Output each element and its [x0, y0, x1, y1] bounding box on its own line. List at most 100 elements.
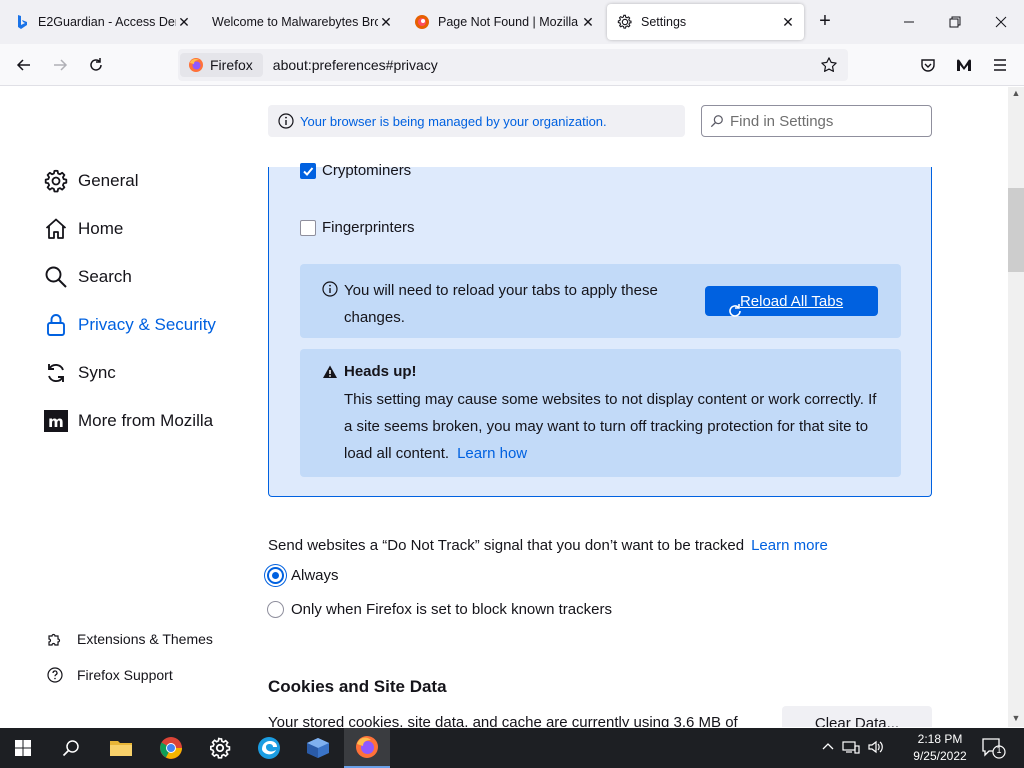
- show-hidden-icons-icon[interactable]: [822, 741, 834, 756]
- category-home[interactable]: Home: [44, 214, 123, 244]
- volume-icon[interactable]: [868, 740, 884, 757]
- category-search[interactable]: Search: [44, 262, 132, 292]
- tab-page-not-found[interactable]: Page Not Found | Mozilla Si ✕: [404, 4, 604, 40]
- forward-arrow-icon: [54, 59, 68, 71]
- page-scrollbar[interactable]: [1008, 87, 1024, 727]
- heads-up-body: This setting may cause some websites to …: [344, 386, 884, 467]
- tab-title: E2Guardian - Access Denied: [38, 15, 176, 29]
- category-privacy-security[interactable]: Privacy & Security: [44, 310, 216, 340]
- pocket-icon: [921, 59, 935, 72]
- category-more-from-mozilla[interactable]: m More from Mozilla: [44, 406, 213, 436]
- close-tab-icon[interactable]: ✕: [780, 14, 796, 30]
- gear-icon: [617, 14, 633, 30]
- cryptominers-checkbox[interactable]: Cryptominers: [300, 162, 411, 179]
- lock-icon: [44, 313, 68, 337]
- reload-button[interactable]: [82, 52, 110, 78]
- close-tab-icon[interactable]: ✕: [378, 14, 394, 30]
- pocket-button[interactable]: [914, 52, 942, 78]
- tab-e2guardian[interactable]: E2Guardian - Access Denied ✕: [4, 4, 200, 40]
- firefox-support-link[interactable]: Firefox Support: [46, 665, 173, 685]
- sync-icon: [44, 361, 68, 385]
- taskbar-file-explorer[interactable]: [98, 728, 144, 768]
- reload-icon: [90, 58, 102, 71]
- edge-icon: [258, 737, 280, 759]
- malwarebytes-extension-button[interactable]: [950, 52, 978, 78]
- clear-data-button[interactable]: Clear Data...: [782, 706, 932, 727]
- taskbar-edge[interactable]: [246, 728, 292, 768]
- learn-how-link[interactable]: Learn how: [457, 445, 527, 462]
- scroll-down-arrow[interactable]: ▼: [1008, 713, 1024, 727]
- extensions-themes-link[interactable]: Extensions & Themes: [46, 629, 213, 649]
- clock-time: 2:18 PM: [917, 732, 963, 746]
- restore-button[interactable]: [943, 10, 967, 34]
- tab-settings[interactable]: Settings ✕: [607, 4, 804, 40]
- minimize-button[interactable]: [897, 10, 921, 34]
- reload-all-tabs-label: Reload All Tabs: [739, 292, 844, 310]
- dnt-learn-more-link[interactable]: Learn more: [751, 537, 828, 554]
- cookies-usage-text: Your stored cookies, site data, and cach…: [268, 714, 738, 727]
- gear-icon: [44, 169, 68, 193]
- url-text[interactable]: about:preferences#privacy: [273, 57, 818, 73]
- identity-box[interactable]: Firefox: [180, 53, 263, 77]
- forward-button[interactable]: [46, 52, 74, 78]
- action-center-button[interactable]: 1: [980, 736, 1006, 760]
- mozilla-icon: [414, 14, 430, 30]
- tab-strip: E2Guardian - Access Denied ✕ Welcome to …: [0, 0, 1024, 44]
- radio-unselected[interactable]: [267, 601, 284, 618]
- hamburger-menu-icon: [994, 59, 1006, 71]
- malwarebytes-icon: [957, 59, 971, 71]
- tab-malwarebytes[interactable]: Welcome to Malwarebytes Brow ✕: [202, 4, 402, 40]
- scrollbar-thumb[interactable]: [1008, 188, 1024, 272]
- warning-icon: [323, 365, 337, 378]
- start-button[interactable]: [0, 728, 46, 768]
- category-general[interactable]: General: [44, 166, 138, 196]
- search-icon: [44, 265, 68, 289]
- taskbar-clock[interactable]: 2:18 PM 9/25/2022: [908, 731, 972, 765]
- checkbox-unchecked[interactable]: [300, 219, 316, 236]
- radio-selected[interactable]: [267, 567, 284, 584]
- network-icon[interactable]: [842, 740, 860, 757]
- category-sync[interactable]: Sync: [44, 358, 116, 388]
- checkbox-label: Fingerprinters: [322, 219, 415, 236]
- search-icon: [710, 115, 723, 128]
- policy-notice-text[interactable]: Your browser is being managed by your or…: [300, 114, 607, 129]
- category-label: Search: [78, 267, 132, 286]
- help-icon: [46, 666, 64, 684]
- checkbox-label: Cryptominers: [322, 162, 412, 179]
- taskbar-chrome[interactable]: [148, 728, 194, 768]
- firefox-icon: [189, 58, 203, 72]
- checkbox-checked[interactable]: [300, 162, 316, 179]
- reload-all-tabs-button[interactable]: Reload All Tabs: [705, 286, 878, 317]
- find-in-settings[interactable]: [701, 105, 932, 137]
- category-label: General: [78, 171, 139, 190]
- dnt-only-when-blocking-radio[interactable]: Only when Firefox is set to block known …: [267, 601, 612, 618]
- heads-up-text: This setting may cause some websites to …: [344, 391, 877, 462]
- heads-up-warning: Heads up! This setting may cause some we…: [300, 349, 901, 477]
- taskbar-firefox[interactable]: [344, 728, 390, 768]
- menu-button[interactable]: [986, 52, 1014, 78]
- taskbar-settings[interactable]: [197, 728, 243, 768]
- new-tab-button[interactable]: +: [814, 11, 836, 33]
- close-tab-icon[interactable]: ✕: [176, 14, 192, 30]
- find-input[interactable]: [730, 112, 920, 130]
- policy-notice[interactable]: Your browser is being managed by your or…: [268, 105, 685, 137]
- taskbar-network-app[interactable]: [295, 728, 341, 768]
- url-bar[interactable]: Firefox about:preferences#privacy: [178, 49, 848, 81]
- fingerprinters-checkbox[interactable]: Fingerprinters: [300, 219, 415, 236]
- bookmark-star-icon[interactable]: [818, 54, 840, 76]
- radio-label: Always: [291, 567, 339, 584]
- category-label: Home: [78, 219, 124, 238]
- category-label: Sync: [78, 363, 116, 382]
- scroll-up-arrow[interactable]: ▲: [1008, 88, 1024, 102]
- home-icon: [44, 217, 68, 241]
- restore-icon: [949, 16, 961, 28]
- close-window-button[interactable]: [989, 10, 1013, 34]
- close-tab-icon[interactable]: ✕: [580, 14, 596, 30]
- dnt-always-radio[interactable]: Always: [267, 567, 339, 584]
- identity-label: Firefox: [210, 57, 253, 73]
- navigation-toolbar: Firefox about:preferences#privacy: [0, 44, 1024, 86]
- enhanced-tracking-custom-box: Cryptominers Fingerprinters You will nee…: [268, 162, 932, 497]
- taskbar-search-button[interactable]: [48, 728, 94, 768]
- back-button[interactable]: [10, 52, 38, 78]
- heads-up-title: Heads up!: [344, 363, 417, 380]
